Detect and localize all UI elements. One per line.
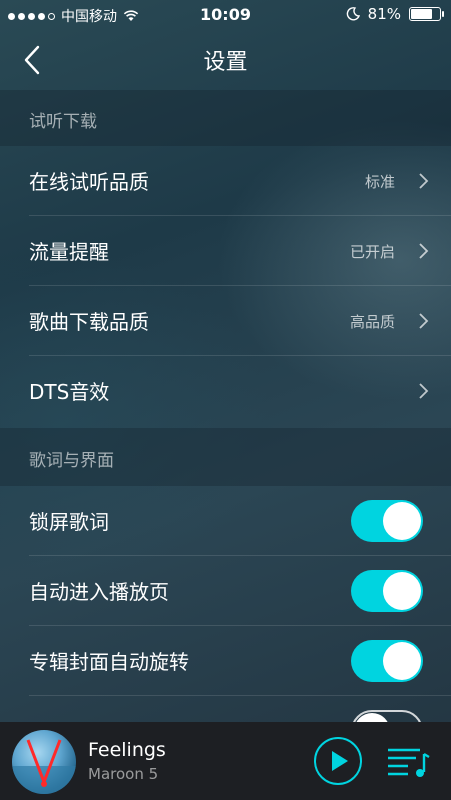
setting-value: 已开启 [349,243,395,261]
setting-row-dts[interactable]: DTS音效 [0,356,451,426]
chevron-right-icon [419,173,429,189]
setting-label: 自动进入播放页 [29,580,169,604]
setting-row-cover-rotate: 专辑封面自动旋转 [0,626,451,696]
setting-row-download-quality[interactable]: 歌曲下载品质 高品质 [0,286,451,356]
mini-player[interactable]: Feelings Maroon 5 [0,722,451,800]
toggle-knob [383,502,421,540]
cover-rotate-toggle[interactable] [351,640,423,682]
battery-percent: 81% [367,5,401,23]
setting-label: 锁屏歌词 [29,510,109,534]
playlist-music-icon[interactable] [386,744,430,780]
setting-row-auto-player: 自动进入播放页 [0,556,451,626]
nav-bar: 设置 [0,30,451,90]
battery-icon [409,7,444,21]
section-header-label: 试听下载 [29,112,97,132]
chevron-right-icon [419,313,429,329]
setting-label: 歌曲下载品质 [29,310,149,334]
album-art[interactable] [12,730,76,794]
status-right: 81% [346,5,444,23]
toggle-knob [383,572,421,610]
setting-row-lockscreen-lyrics: 锁屏歌词 [0,486,451,556]
setting-label: 在线试听品质 [29,170,149,194]
chevron-right-icon [419,383,429,399]
setting-value: 标准 [364,173,395,191]
album-art-image [12,739,76,794]
song-artist: Maroon 5 [88,765,159,783]
chevron-right-icon [419,243,429,259]
setting-value: 高品质 [349,313,395,331]
moon-icon [346,7,360,21]
auto-player-toggle[interactable] [351,570,423,612]
setting-row-online-quality[interactable]: 在线试听品质 标准 [0,146,451,216]
setting-label: 专辑封面自动旋转 [29,650,189,674]
play-icon[interactable] [313,736,363,786]
section-header-lyrics: 歌词与界面 [0,428,451,486]
section-header-download: 试听下载 [0,90,451,146]
setting-label: DTS音效 [29,380,110,404]
lockscreen-lyrics-toggle[interactable] [351,500,423,542]
status-bar: 中国移动 10:09 81% [0,0,451,30]
battery-fill [411,9,433,19]
page-title: 设置 [203,50,248,75]
setting-label: 流量提醒 [29,240,109,264]
section-header-label: 歌词与界面 [29,451,114,471]
song-title: Feelings [88,739,166,761]
setting-row-traffic-alert[interactable]: 流量提醒 已开启 [0,216,451,286]
toggle-knob [383,642,421,680]
